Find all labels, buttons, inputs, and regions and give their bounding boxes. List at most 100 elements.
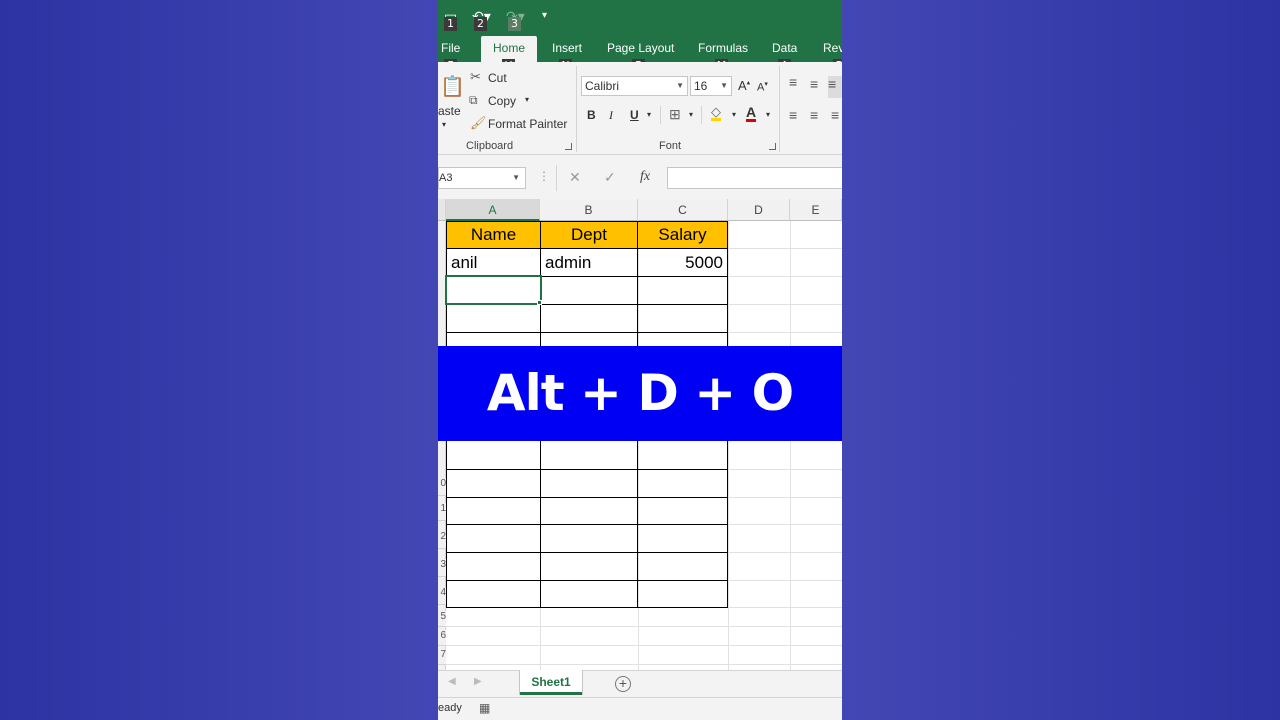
gridline [790, 221, 791, 670]
keytip-redo: 3 [508, 17, 521, 31]
font-group-label: Font [659, 140, 682, 152]
column-header-b[interactable]: B [540, 199, 638, 221]
font-name-value: Calibri [585, 79, 620, 93]
cell-a2[interactable]: anil [447, 249, 540, 277]
ribbon-separator [779, 66, 780, 152]
keytip-save: 1 [444, 17, 457, 31]
tab-formulas[interactable]: Formulas [698, 34, 748, 62]
copy-button[interactable]: Copy [488, 94, 516, 108]
tab-review[interactable]: Rev [823, 34, 842, 62]
quick-access-toolbar: ▭ 1 ↶▾ 2 ↷▾ 3 ▾ [438, 0, 842, 34]
cell-c2[interactable]: 5000 [638, 249, 727, 277]
fill-color-dropdown-icon[interactable]: ▾ [732, 110, 736, 119]
cell-b2[interactable]: admin [541, 249, 637, 277]
enter-icon[interactable]: ✓ [604, 169, 616, 186]
fill-color-icon[interactable]: ◇ [711, 105, 721, 121]
tab-page-layout[interactable]: Page Layout [607, 34, 674, 62]
column-header-a[interactable]: A [446, 199, 540, 221]
align-left-icon[interactable]: ≡ [789, 107, 797, 123]
ribbon-home: 📋 aste ▾ ✂ Cut ⧉ Copy ▾ 🖌 Format Painter… [438, 62, 842, 155]
formula-input[interactable] [667, 167, 842, 189]
column-header-e[interactable]: E [790, 199, 842, 221]
cancel-icon[interactable]: ✕ [569, 169, 581, 186]
top-align-icon[interactable]: ≡ [789, 74, 797, 90]
shortcut-banner: Alt + D + O [438, 346, 842, 441]
sheet-tab-sheet1[interactable]: Sheet1 [520, 670, 582, 695]
table-border [446, 580, 728, 581]
keytip-undo: 2 [474, 17, 487, 31]
ribbon-tabs: File Home Insert Page Layout Formulas Da… [438, 34, 842, 62]
add-sheet-icon[interactable]: + [615, 676, 631, 692]
borders-icon[interactable]: ⊞ [669, 106, 681, 123]
align-center-icon[interactable]: ≡ [810, 107, 818, 123]
table-border [446, 497, 728, 498]
gridline [446, 626, 842, 627]
sheet-tab-bar: ◀ ▶ Sheet1 + [438, 670, 842, 697]
paste-dropdown-icon[interactable]: ▾ [442, 120, 446, 129]
underline-dropdown-icon[interactable]: ▾ [647, 110, 651, 119]
paste-icon[interactable]: 📋 [440, 74, 465, 99]
select-all-corner[interactable] [438, 199, 446, 221]
table-border [446, 469, 728, 470]
column-header-d[interactable]: D [728, 199, 790, 221]
paste-button-label[interactable]: aste [438, 104, 461, 118]
name-box[interactable]: A3 ▼ [438, 167, 526, 189]
scroll-right-icon[interactable]: ▶ [474, 676, 482, 687]
ribbon-separator [701, 106, 702, 124]
table-border [446, 332, 728, 333]
underline-button[interactable]: U [630, 108, 639, 122]
copy-dropdown-icon[interactable]: ▾ [525, 95, 529, 104]
table-header-salary[interactable]: Salary [638, 222, 727, 248]
borders-dropdown-icon[interactable]: ▾ [689, 110, 693, 119]
font-color-icon[interactable]: A [746, 105, 757, 122]
row-number[interactable]: 2 [438, 531, 446, 549]
copy-icon[interactable]: ⧉ [469, 93, 478, 108]
insert-function-icon[interactable]: fx [640, 169, 650, 185]
row-number[interactable]: 7 [438, 649, 446, 665]
formula-separator [556, 165, 557, 191]
row-number[interactable]: 5 [438, 611, 446, 627]
bottom-align-icon[interactable]: ≡ [828, 76, 842, 98]
tab-file[interactable]: File [441, 34, 460, 62]
status-bar: eady ▦ [438, 697, 842, 720]
row-number[interactable]: 4 [438, 587, 446, 605]
fill-handle[interactable] [537, 300, 542, 305]
decrease-font-icon[interactable]: A▾ [757, 80, 768, 94]
macro-record-icon[interactable]: ▦ [479, 698, 490, 719]
tab-data[interactable]: Data [772, 34, 797, 62]
align-right-icon[interactable]: ≡ [831, 107, 839, 123]
active-cell-a3[interactable] [445, 275, 542, 305]
font-size-select[interactable]: 16 ▼ [690, 76, 732, 96]
font-color-dropdown-icon[interactable]: ▾ [766, 110, 770, 119]
table-border [446, 524, 728, 525]
table-header-dept[interactable]: Dept [541, 222, 637, 248]
gridline [446, 645, 842, 646]
row-number[interactable]: 6 [438, 630, 446, 646]
font-name-select[interactable]: Calibri ▼ [581, 76, 688, 96]
cut-button[interactable]: Cut [488, 71, 507, 85]
tab-insert[interactable]: Insert [552, 34, 582, 62]
row-number[interactable]: 0 [438, 478, 446, 496]
row-number[interactable]: 3 [438, 559, 446, 577]
cut-icon[interactable]: ✂ [470, 69, 481, 85]
increase-font-icon[interactable]: A▴ [738, 78, 750, 93]
row-number[interactable]: 1 [438, 503, 446, 521]
background-left [0, 0, 438, 720]
ribbon-separator [660, 106, 661, 124]
middle-align-icon[interactable]: ≡ [810, 76, 818, 92]
font-launcher-icon[interactable] [769, 143, 776, 150]
customize-qat-icon[interactable]: ▾ [542, 10, 547, 21]
scroll-left-icon[interactable]: ◀ [448, 676, 456, 687]
format-painter-button[interactable]: Format Painter [488, 117, 567, 131]
status-text: eady [438, 702, 462, 714]
table-header-name[interactable]: Name [447, 222, 540, 248]
chevron-down-icon: ▼ [676, 81, 684, 90]
more-options-icon: ⋮ [538, 169, 550, 183]
chevron-down-icon: ▼ [512, 173, 520, 182]
clipboard-launcher-icon[interactable] [565, 143, 572, 150]
column-header-c[interactable]: C [638, 199, 728, 221]
italic-button[interactable]: I [609, 108, 613, 123]
font-size-value: 16 [694, 79, 708, 93]
bold-button[interactable]: B [587, 108, 596, 122]
format-painter-icon[interactable]: 🖌 [470, 115, 487, 131]
